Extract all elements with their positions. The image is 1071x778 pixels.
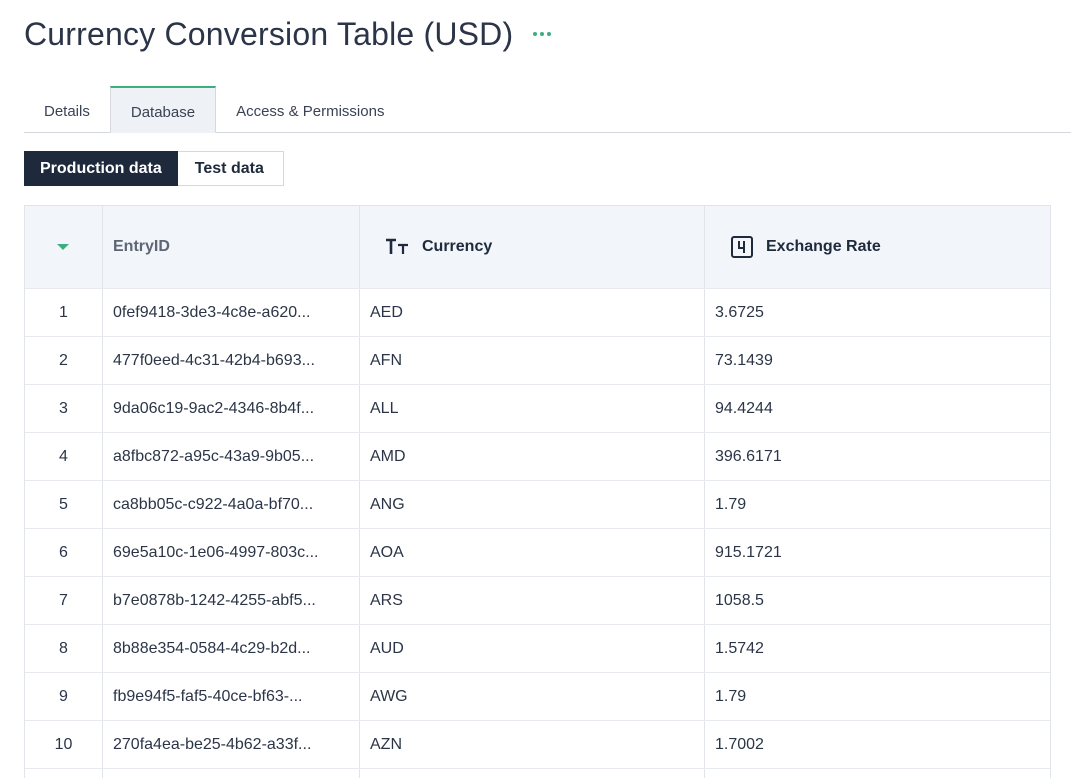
entry-id-value: a8fbc872-a95c-43a9-9b05... — [113, 447, 315, 465]
page-title: Currency Conversion Table (USD) — [24, 15, 514, 52]
table-row[interactable]: 9 fb9e94f5-faf5-40ce-bf63-... AWG 1.79 — [25, 673, 1050, 721]
currency-cell[interactable]: ARS — [360, 577, 705, 624]
row-number: 7 — [25, 577, 103, 624]
exchange-rate-cell — [705, 769, 1050, 778]
entry-id-cell[interactable]: 0fef9418-3de3-4c8e-a620... — [103, 289, 360, 336]
more-dot — [540, 32, 545, 36]
entry-id-cell[interactable]: 8b88e354-0584-4c29-b2d... — [103, 625, 360, 672]
row-number: 8 — [25, 625, 103, 672]
entry-id-cell[interactable]: ca8bb05c-c922-4a0a-bf70... — [103, 481, 360, 528]
entry-id-cell[interactable]: fb9e94f5-faf5-40ce-bf63-... — [103, 673, 360, 720]
column-header-label: Currency — [422, 238, 493, 255]
text-type-icon — [385, 238, 409, 256]
table-header-row: EntryID Currency Exchange Rate — [25, 206, 1050, 289]
entry-id-cell[interactable]: 477f0eed-4c31-42b4-b693... — [103, 337, 360, 384]
entry-id-cell[interactable]: 270fa4ea-be25-4b62-a33f... — [103, 721, 360, 768]
currency-cell[interactable]: AUD — [360, 625, 705, 672]
more-options-button[interactable] — [531, 28, 553, 40]
title-row: Currency Conversion Table (USD) — [24, 14, 553, 54]
data-table: EntryID Currency Exchange Rate 1 0fef941… — [24, 205, 1051, 778]
tab-bar: Details Database Access & Permissions — [24, 86, 1071, 133]
entry-id-value: ca8bb05c-c922-4a0a-bf70... — [113, 495, 314, 513]
more-horizontal-icon — [533, 32, 538, 36]
column-header-entryid[interactable]: EntryID — [103, 206, 360, 288]
table-row[interactable]: 8 8b88e354-0584-4c29-b2d... AUD 1.5742 — [25, 625, 1050, 673]
tab-access-permissions[interactable]: Access & Permissions — [216, 86, 404, 132]
entry-id-value: 0fef9418-3de3-4c8e-a620... — [113, 303, 311, 321]
exchange-rate-cell[interactable]: 1.79 — [705, 481, 1050, 528]
more-dot — [547, 32, 552, 36]
table-row-partial — [25, 769, 1050, 778]
exchange-rate-cell[interactable]: 396.6171 — [705, 433, 1050, 480]
entry-id-cell[interactable]: 69e5a10c-1e06-4997-803c... — [103, 529, 360, 576]
tab-details[interactable]: Details — [24, 86, 110, 132]
row-number — [25, 769, 103, 778]
test-data-button[interactable]: Test data — [177, 151, 284, 186]
column-header-currency[interactable]: Currency — [360, 206, 705, 288]
exchange-rate-cell[interactable]: 94.4244 — [705, 385, 1050, 432]
table-row[interactable]: 1 0fef9418-3de3-4c8e-a620... AED 3.6725 — [25, 289, 1050, 337]
table-row[interactable]: 2 477f0eed-4c31-42b4-b693... AFN 73.1439 — [25, 337, 1050, 385]
entry-id-cell[interactable]: a8fbc872-a95c-43a9-9b05... — [103, 433, 360, 480]
exchange-rate-cell[interactable]: 1.5742 — [705, 625, 1050, 672]
table-row[interactable]: 5 ca8bb05c-c922-4a0a-bf70... ANG 1.79 — [25, 481, 1050, 529]
row-number: 2 — [25, 337, 103, 384]
table-row[interactable]: 3 9da06c19-9ac2-4346-8b4f... ALL 94.4244 — [25, 385, 1050, 433]
entry-id-value: 69e5a10c-1e06-4997-803c... — [113, 543, 319, 561]
exchange-rate-cell[interactable]: 1.79 — [705, 673, 1050, 720]
entry-id-cell — [103, 769, 360, 778]
currency-cell[interactable]: AFN — [360, 337, 705, 384]
table-row[interactable]: 4 a8fbc872-a95c-43a9-9b05... AMD 396.617… — [25, 433, 1050, 481]
entry-id-cell[interactable]: b7e0878b-1242-4255-abf5... — [103, 577, 360, 624]
currency-cell[interactable]: ALL — [360, 385, 705, 432]
currency-cell[interactable]: AZN — [360, 721, 705, 768]
row-number: 5 — [25, 481, 103, 528]
currency-cell[interactable]: AED — [360, 289, 705, 336]
sort-caret-down-icon[interactable] — [56, 244, 69, 250]
entry-id-value: 9da06c19-9ac2-4346-8b4f... — [113, 399, 315, 417]
entry-id-value: 477f0eed-4c31-42b4-b693... — [113, 351, 315, 369]
table-row[interactable]: 10 270fa4ea-be25-4b62-a33f... AZN 1.7002 — [25, 721, 1050, 769]
row-number: 10 — [25, 721, 103, 768]
row-number: 1 — [25, 289, 103, 336]
table-row[interactable]: 6 69e5a10c-1e06-4997-803c... AOA 915.172… — [25, 529, 1050, 577]
data-source-toggle: Production data Test data — [24, 151, 284, 186]
column-header-label: Exchange Rate — [766, 238, 881, 255]
entry-id-value: 270fa4ea-be25-4b62-a33f... — [113, 735, 312, 753]
entry-id-value: b7e0878b-1242-4255-abf5... — [113, 591, 316, 609]
row-number-header — [25, 206, 103, 288]
entry-id-value: fb9e94f5-faf5-40ce-bf63-... — [113, 687, 303, 705]
currency-cell[interactable]: AMD — [360, 433, 705, 480]
row-number: 9 — [25, 673, 103, 720]
currency-cell[interactable]: ANG — [360, 481, 705, 528]
entry-id-value: 8b88e354-0584-4c29-b2d... — [113, 639, 311, 657]
currency-cell[interactable]: AOA — [360, 529, 705, 576]
number-type-icon — [731, 236, 753, 258]
exchange-rate-cell[interactable]: 1058.5 — [705, 577, 1050, 624]
exchange-rate-cell[interactable]: 1.7002 — [705, 721, 1050, 768]
exchange-rate-cell[interactable]: 73.1439 — [705, 337, 1050, 384]
column-header-exchange-rate[interactable]: Exchange Rate — [705, 206, 1050, 288]
row-number: 4 — [25, 433, 103, 480]
row-number: 6 — [25, 529, 103, 576]
currency-cell — [360, 769, 705, 778]
table-row[interactable]: 7 b7e0878b-1242-4255-abf5... ARS 1058.5 — [25, 577, 1050, 625]
currency-cell[interactable]: AWG — [360, 673, 705, 720]
exchange-rate-cell[interactable]: 915.1721 — [705, 529, 1050, 576]
exchange-rate-cell[interactable]: 3.6725 — [705, 289, 1050, 336]
entry-id-cell[interactable]: 9da06c19-9ac2-4346-8b4f... — [103, 385, 360, 432]
page: Currency Conversion Table (USD) Details … — [0, 0, 1071, 778]
tab-database[interactable]: Database — [109, 86, 217, 133]
column-header-label: EntryID — [113, 238, 170, 255]
row-number: 3 — [25, 385, 103, 432]
production-data-button[interactable]: Production data — [24, 151, 178, 186]
